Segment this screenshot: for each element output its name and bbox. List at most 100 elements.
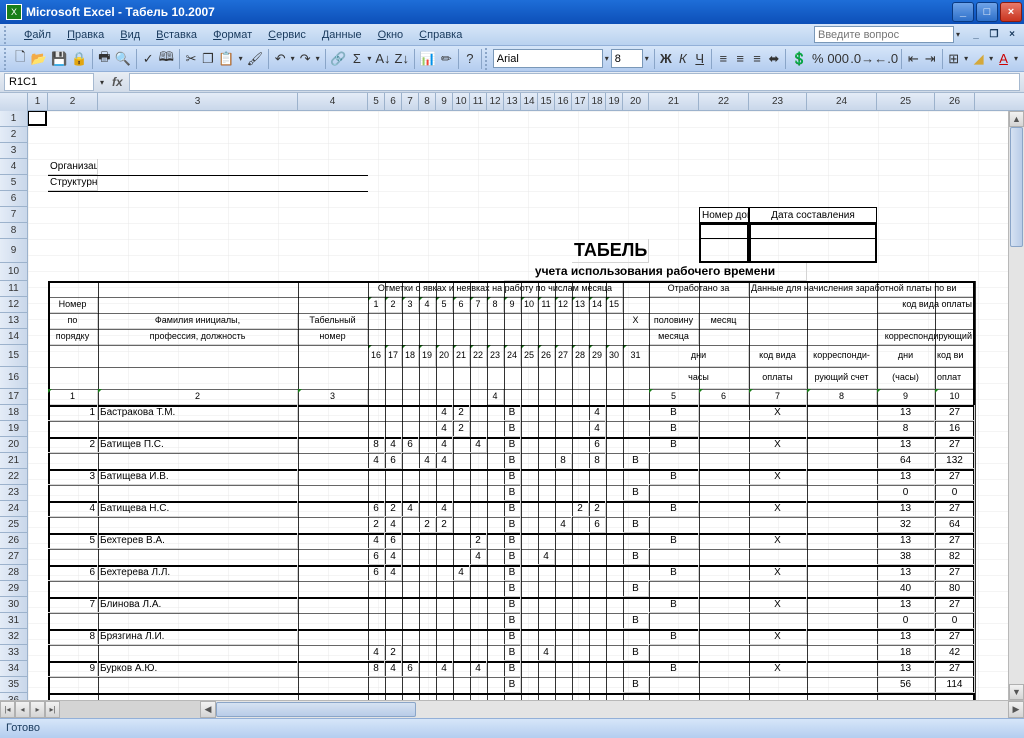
cell[interactable]: Х [749,629,807,645]
cell[interactable]: Х [749,597,807,613]
row-header[interactable]: 34 [0,661,28,677]
cell[interactable]: 1 [368,297,385,313]
tab-last-icon[interactable]: ▸| [45,701,60,718]
doc-minimize-button[interactable]: _ [968,28,984,42]
col-header[interactable]: 14 [521,93,538,111]
cell[interactable]: 8 [48,629,98,645]
col-header[interactable]: 24 [807,93,877,111]
vertical-scrollbar[interactable]: ▲ ▼ [1008,111,1024,700]
fill-color-icon[interactable]: ◢ [971,48,986,70]
cell[interactable]: 8 [368,437,385,453]
cell[interactable]: учета использования рабочего времени [504,263,807,281]
cell[interactable]: 13 [877,437,935,453]
autosum-dropdown-icon[interactable]: ▾ [365,54,373,63]
cell[interactable]: 4 [436,501,453,517]
col-header[interactable]: 17 [572,93,589,111]
cell[interactable]: 6 [402,437,419,453]
cell[interactable]: 13 [877,565,935,581]
cell[interactable]: В [623,517,649,533]
font-name-input[interactable] [493,49,603,68]
cell[interactable]: код вида оплаты [877,297,975,313]
cell[interactable]: В [623,485,649,501]
col-header[interactable]: 2 [48,93,98,111]
cell[interactable]: 6 [589,517,606,533]
cell[interactable]: 32 [877,517,935,533]
doc-restore-button[interactable]: ❐ [986,28,1002,42]
cell[interactable]: В [649,405,699,421]
col-header[interactable]: 10 [453,93,470,111]
cell[interactable]: 18 [402,345,419,367]
cell[interactable]: 27 [935,533,975,549]
col-header[interactable]: 1 [28,93,48,111]
cell[interactable]: 3 [48,469,98,485]
cell[interactable]: В [504,597,521,613]
cell[interactable]: 27 [935,437,975,453]
dec-decimal-icon[interactable]: ←.0 [875,48,897,70]
cell[interactable]: 38 [877,549,935,565]
cell[interactable]: месяца [649,329,699,345]
col-header[interactable]: 5 [368,93,385,111]
scroll-right-icon[interactable]: ▶ [1008,701,1024,718]
cell[interactable]: 42 [935,645,975,661]
hscroll-thumb[interactable] [216,702,416,717]
borders-icon[interactable]: ⊞ [946,48,961,70]
cell[interactable]: половину [649,313,699,329]
cell[interactable]: 13 [877,597,935,613]
col-header[interactable]: 23 [749,93,807,111]
cell[interactable]: 8 [487,297,504,313]
row-header[interactable]: 29 [0,581,28,597]
dec-indent-icon[interactable]: ⇤ [906,48,921,70]
scroll-left-icon[interactable]: ◀ [200,701,216,718]
row-header[interactable]: 1 [0,111,28,127]
cell[interactable]: ТАБЕЛЬ [572,239,649,263]
open-icon[interactable]: 📂 [30,48,48,70]
cell[interactable]: 24 [504,345,521,367]
undo-dropdown-icon[interactable]: ▾ [289,54,297,63]
cell[interactable]: 4 [538,645,555,661]
cell[interactable]: В [649,421,699,437]
print-icon[interactable]: 🖶 [97,48,112,70]
maximize-button[interactable]: □ [976,2,998,22]
new-icon[interactable]: 🗋 [13,48,28,70]
cell[interactable]: профессия, должность [98,329,298,345]
cell[interactable]: Организация [48,159,98,175]
row-header[interactable]: 32 [0,629,28,645]
cell[interactable]: 13 [877,629,935,645]
menu-окно[interactable]: Окно [370,26,412,44]
hyperlink-icon[interactable]: 🔗 [329,48,347,70]
cell[interactable]: В [649,597,699,613]
align-left-icon[interactable]: ≡ [716,48,731,70]
cell[interactable]: рующий счет [807,367,877,389]
cell[interactable]: Х [749,405,807,421]
cell[interactable]: 6 [368,501,385,517]
cell[interactable]: Отметки о явках и неявках на работу по ч… [368,281,623,297]
cell[interactable]: 4 [487,389,504,405]
cell[interactable]: Номер [48,297,98,313]
cell[interactable]: часы [649,367,749,389]
row-header[interactable]: 3 [0,143,28,159]
cell[interactable]: 5 [649,389,699,405]
cell[interactable]: 27 [935,661,975,677]
cell[interactable]: 16 [935,421,975,437]
chart-icon[interactable]: 📊 [419,48,437,70]
cell[interactable]: Х [623,313,649,329]
cell[interactable]: В [623,549,649,565]
cell[interactable]: код ви [935,345,975,367]
tab-first-icon[interactable]: |◂ [0,701,15,718]
sort-desc-icon[interactable]: Z↓ [394,48,410,70]
row-header[interactable]: 33 [0,645,28,661]
inc-decimal-icon[interactable]: .0→ [851,48,873,70]
cell[interactable]: 16 [368,345,385,367]
cell[interactable]: Х [749,661,807,677]
cell[interactable]: 6 [48,565,98,581]
col-header[interactable]: 16 [555,93,572,111]
col-header[interactable]: 13 [504,93,521,111]
cell[interactable]: 6 [402,661,419,677]
cell[interactable]: 80 [935,581,975,597]
cells-area[interactable]: ОрганизацияСтруктурное подразделениеНоме… [28,111,1024,700]
cell[interactable]: 4 [589,421,606,437]
cell[interactable]: В [504,533,521,549]
cell[interactable]: 6 [589,437,606,453]
cell[interactable]: 2 [589,501,606,517]
cell[interactable]: 9 [48,661,98,677]
